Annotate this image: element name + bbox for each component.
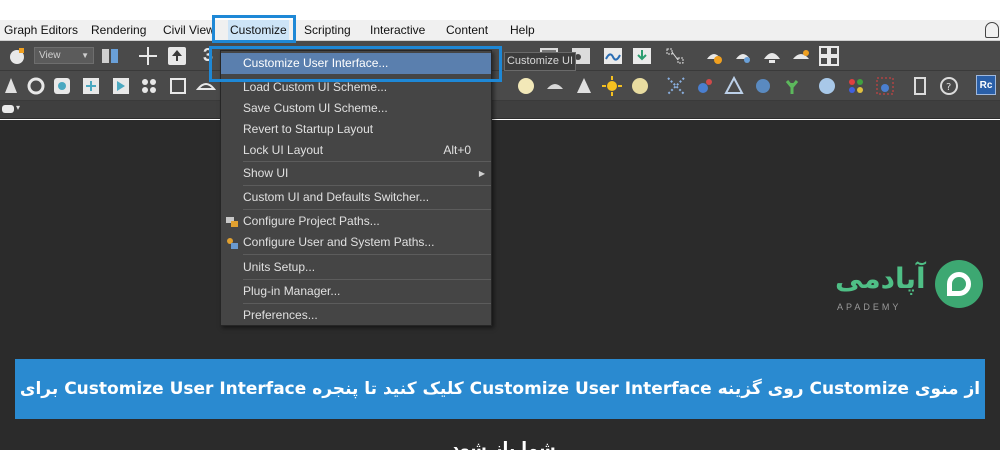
menu-item-label: Show UI [243, 166, 289, 180]
plant-icon[interactable] [781, 75, 803, 97]
menu-item-ui-switcher[interactable]: Custom UI and Defaults Switcher... [221, 187, 491, 208]
panel-icon[interactable] [909, 75, 931, 97]
menu-item-label: Preferences... [243, 308, 318, 322]
logo-subtext: APADEMY [837, 302, 902, 312]
modify-gear-icon[interactable] [25, 75, 47, 97]
menu-item-label: Configure User and System Paths... [243, 235, 435, 249]
mesh-icon[interactable] [723, 75, 745, 97]
menu-separator [243, 161, 491, 162]
teapot-shaded-icon[interactable] [544, 75, 566, 97]
menu-item-preferences[interactable]: Preferences... [221, 305, 491, 326]
project-paths-icon [225, 215, 239, 229]
menu-scripting[interactable]: Scripting [302, 20, 353, 41]
select-upload-icon[interactable] [166, 45, 188, 67]
menu-item-label: Configure Project Paths... [243, 214, 380, 228]
menu-item-label: Plug-in Manager... [243, 284, 341, 298]
schematic-nodes-icon[interactable] [664, 45, 686, 67]
omni-light-icon[interactable] [629, 75, 651, 97]
menu-item-plugin-manager[interactable]: Plug-in Manager... [221, 281, 491, 302]
light-icon[interactable] [0, 75, 22, 97]
menu-separator [243, 185, 491, 186]
track-view-icon[interactable] [602, 45, 624, 67]
apademy-logo: آپادمی APADEMY [835, 260, 990, 315]
render-region-icon[interactable] [874, 75, 896, 97]
select-move-icon[interactable] [137, 45, 159, 67]
help-icon[interactable]: ? [938, 75, 960, 97]
menu-help[interactable]: Help [508, 20, 537, 41]
material-editor-icon[interactable] [703, 45, 725, 67]
dynamics-icon[interactable] [694, 75, 716, 97]
view-dropdown-label: View [39, 50, 61, 61]
chevron-down-icon: ▼ [81, 51, 89, 60]
particles-icon[interactable] [665, 75, 687, 97]
menu-item-label: Save Custom UI Scheme... [243, 101, 388, 115]
menu-item-lock-ui-layout[interactable]: Lock UI Layout Alt+0 [221, 140, 491, 161]
menu-graph-editors[interactable]: Graph Editors [2, 20, 80, 41]
menu-item-show-ui[interactable]: Show UI ▶ [221, 163, 491, 184]
caption-text: از منوی Customize روی گزینه Customize Us… [19, 379, 981, 450]
display-icon[interactable] [110, 75, 132, 97]
cloth-icon[interactable] [752, 75, 774, 97]
instruction-caption: از منوی Customize روی گزینه Customize Us… [15, 359, 985, 450]
select-link-icon[interactable] [6, 45, 28, 67]
menu-item-shortcut: Alt+0 [443, 143, 471, 157]
menu-content[interactable]: Content [444, 20, 490, 41]
menu-item-revert-layout[interactable]: Revert to Startup Layout [221, 119, 491, 140]
system-paths-icon [225, 236, 239, 250]
menu-separator [243, 254, 491, 255]
dope-sheet-icon[interactable] [631, 45, 653, 67]
hierarchy-icon[interactable] [51, 75, 73, 97]
top-white-strip [0, 0, 1000, 20]
render-setup-icon[interactable] [732, 45, 754, 67]
ribbon-toggle-icon[interactable] [2, 105, 14, 113]
menu-rendering[interactable]: Rendering [89, 20, 148, 41]
menu-item-save-ui-scheme[interactable]: Save Custom UI Scheme... [221, 98, 491, 119]
menu-item-label: Lock UI Layout [243, 143, 324, 157]
render-frame-icon[interactable] [790, 45, 812, 67]
svg-text:?: ? [946, 82, 951, 93]
highlight-customize-ui-item [209, 46, 502, 82]
chevron-down-icon[interactable]: ▾ [16, 103, 20, 112]
logo-mark-icon [935, 260, 983, 308]
render-grid-icon[interactable] [818, 45, 840, 67]
menu-item-units-setup[interactable]: Units Setup... [221, 257, 491, 278]
ribbon-toggle-bar: ▾ [0, 101, 1000, 119]
submenu-arrow-icon: ▶ [478, 169, 485, 178]
menu-separator [243, 209, 491, 210]
sphere-icon[interactable] [515, 75, 537, 97]
menu-item-label: Revert to Startup Layout [243, 122, 374, 136]
user-account-icon[interactable] [985, 22, 999, 38]
menu-item-system-paths[interactable]: Configure User and System Paths... [221, 232, 491, 253]
menu-civil-view[interactable]: Civil View [161, 20, 217, 41]
menu-separator [243, 303, 491, 304]
reference-coordinate-dropdown[interactable]: View ▼ [34, 47, 94, 64]
box-icon[interactable] [167, 75, 189, 97]
render-teapot-icon[interactable] [761, 45, 783, 67]
customize-ui-tooltip: Customize UI [504, 52, 576, 71]
menu-item-label: Units Setup... [243, 260, 316, 274]
logo-text: آپادمی [835, 262, 926, 295]
color-palette-icon[interactable] [845, 75, 867, 97]
menu-item-label: Custom UI and Defaults Switcher... [243, 190, 430, 204]
menu-item-project-paths[interactable]: Configure Project Paths... [221, 211, 491, 232]
utilities-icon[interactable] [138, 75, 160, 97]
material-sphere-icon[interactable] [816, 75, 838, 97]
highlight-customize-menu [212, 15, 296, 43]
rc-button[interactable]: Rc [976, 75, 996, 95]
cone-icon[interactable] [573, 75, 595, 97]
menu-interactive[interactable]: Interactive [368, 20, 427, 41]
customize-menu: Customize User Interface... Load Custom … [220, 50, 492, 326]
sun-icon[interactable] [601, 75, 623, 97]
logo-mark-inner [947, 272, 971, 296]
motion-icon[interactable] [80, 75, 102, 97]
pivot-icon[interactable] [99, 45, 121, 67]
menu-bar: Graph Editors Rendering Civil View Custo… [0, 20, 1000, 41]
menu-separator [243, 279, 491, 280]
